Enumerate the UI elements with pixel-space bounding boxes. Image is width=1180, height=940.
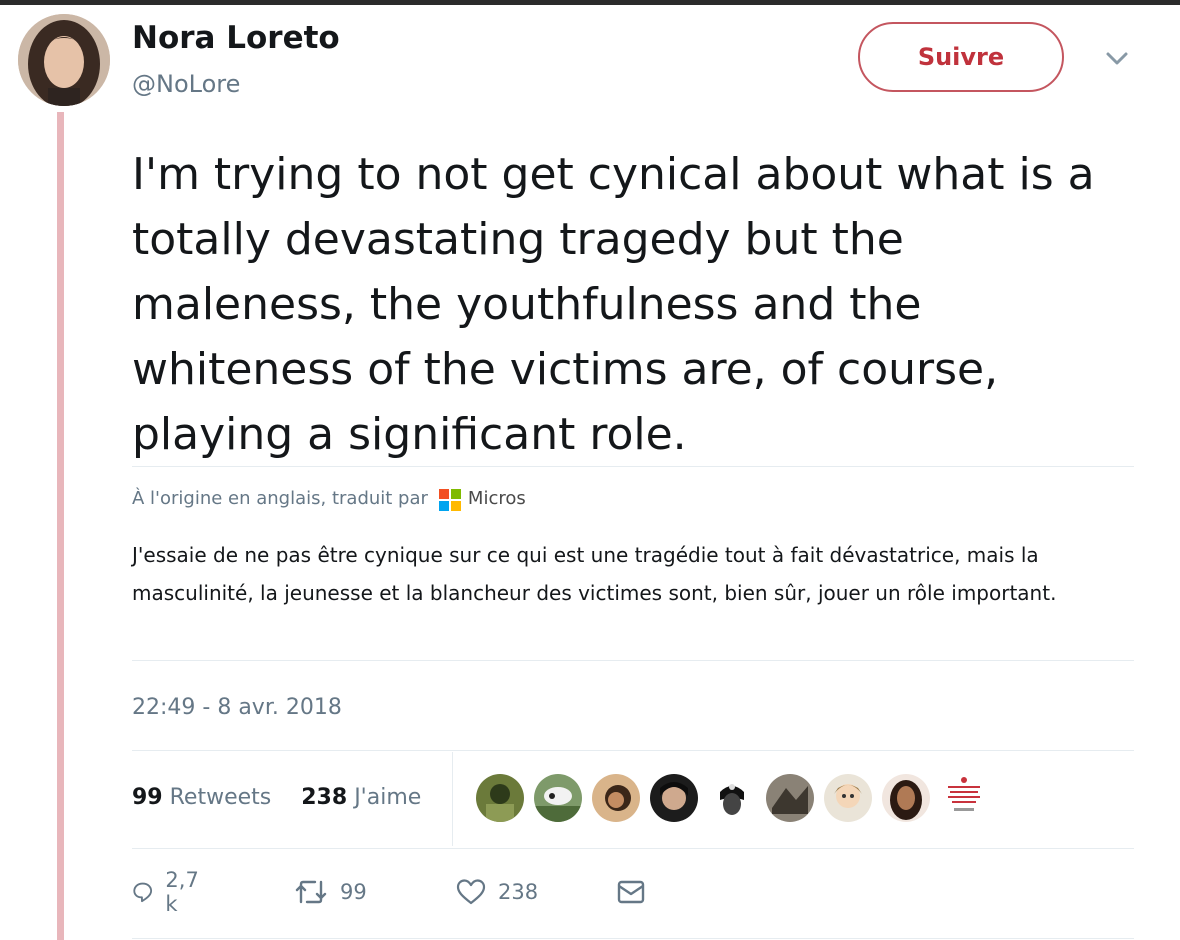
likes-stat[interactable]: 238 J'aime [301, 785, 421, 810]
author-handle[interactable]: @NoLore [132, 70, 240, 98]
engagement-stats: 99 Retweets 238 J'aime [132, 785, 421, 810]
tweet-timestamp[interactable]: 22:49 - 8 avr. 2018 [132, 695, 342, 720]
thread-line [57, 112, 64, 940]
liker-avatar[interactable] [592, 774, 640, 822]
retweets-count: 99 [132, 785, 163, 810]
microsoft-logo-icon [438, 489, 461, 511]
translation-label: À l'origine en anglais, traduit par [132, 487, 428, 509]
liker-avatar[interactable] [534, 774, 582, 822]
heart-icon [456, 879, 486, 905]
tweet-text: I'm trying to not get cynical about what… [132, 149, 1095, 460]
likes-count: 238 [301, 785, 348, 810]
translation-attribution: À l'origine en anglais, traduit par Micr… [132, 486, 526, 511]
divider [132, 848, 1134, 849]
translation-provider[interactable]: Micros [468, 488, 526, 509]
likes-label: J'aime [354, 785, 422, 810]
liker-avatar[interactable] [824, 774, 872, 822]
retweet-icon [295, 880, 327, 904]
liker-avatar[interactable] [650, 774, 698, 822]
reply-button[interactable]: 2,7 k [132, 868, 205, 916]
liker-avatar[interactable] [476, 774, 524, 822]
envelope-icon [617, 880, 645, 904]
liker-avatar[interactable] [708, 774, 756, 822]
author-name[interactable]: Nora Loreto [132, 20, 340, 56]
like-count: 238 [498, 880, 539, 904]
divider [132, 750, 1134, 751]
divider [132, 938, 1134, 939]
chevron-down-icon[interactable] [1102, 48, 1132, 68]
reply-icon [133, 882, 153, 903]
reply-count: 2,7 k [165, 868, 199, 916]
direct-message-button[interactable] [616, 872, 658, 912]
stats-divider [452, 752, 453, 846]
top-border [0, 0, 1180, 5]
retweet-button[interactable]: 99 [294, 872, 367, 912]
liker-avatar[interactable] [766, 774, 814, 822]
translated-text: J'essaie de ne pas être cynique sur ce q… [132, 543, 1057, 605]
retweet-count: 99 [340, 880, 367, 904]
divider [132, 466, 1134, 467]
divider [132, 660, 1134, 661]
like-button[interactable]: 238 [456, 872, 538, 912]
follow-button[interactable]: Suivre [858, 22, 1064, 92]
retweets-label: Retweets [169, 785, 272, 810]
author-avatar[interactable] [18, 14, 110, 106]
liker-avatar[interactable] [882, 774, 930, 822]
retweets-stat[interactable]: 99 Retweets [132, 785, 271, 810]
liker-avatar[interactable] [940, 774, 988, 822]
